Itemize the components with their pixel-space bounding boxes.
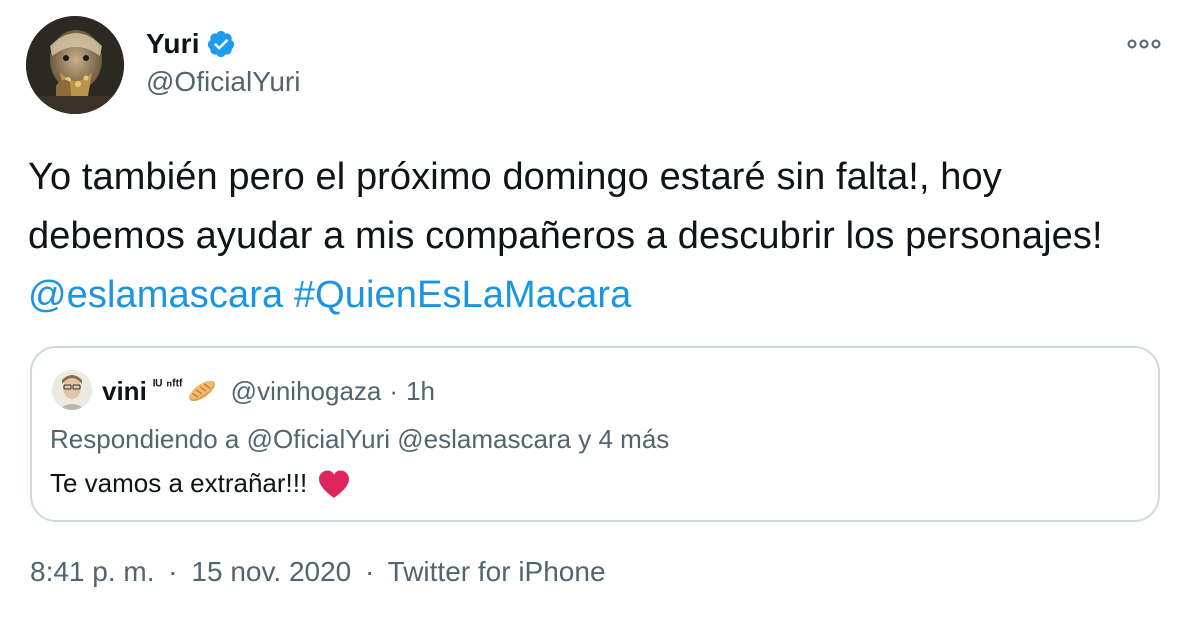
profile-photo-icon <box>52 370 92 410</box>
verified-badge-icon <box>207 30 234 58</box>
bread-icon <box>188 380 215 402</box>
tweet-card: Yuri @OficialYuri Yo también pero el pró… <box>0 0 1194 622</box>
more-options-icon[interactable] <box>1124 34 1164 54</box>
mention-link[interactable]: @eslamascara <box>28 274 283 316</box>
quoted-name-superscript: ᴵᵁ ⁿᶠᵗᶠ <box>152 376 183 394</box>
quoted-tweet[interactable]: vini ᴵᵁ ⁿᶠᵗᶠ @vinihogaza · 1h Respondien… <box>30 346 1160 522</box>
quoted-replying-to: Respondiendo a @OficialYuri @eslamascara… <box>50 424 670 454</box>
author-display-name[interactable]: Yuri <box>146 28 200 60</box>
profile-photo-icon <box>26 16 124 114</box>
quoted-handle[interactable]: @vinihogaza <box>231 376 382 407</box>
tweet-text-body: Yo también pero el próximo domingo estar… <box>28 156 1103 257</box>
quoted-header: vini ᴵᵁ ⁿᶠᵗᶠ @vinihogaza · 1h <box>102 374 435 408</box>
author-name-row[interactable]: Yuri <box>146 26 236 62</box>
quoted-body-text: Te vamos a extrañar!!! <box>50 468 308 498</box>
hashtag-link[interactable]: #QuienEsLaMacara <box>294 274 631 316</box>
tweet-date[interactable]: 15 nov. 2020 <box>191 556 351 587</box>
tweet-time[interactable]: 8:41 p. m. <box>30 556 155 587</box>
quoted-display-name[interactable]: vini <box>102 376 147 407</box>
quoted-author-avatar[interactable] <box>52 370 92 410</box>
tweet-text: Yo también pero el próximo domingo estar… <box>28 148 1168 325</box>
tweet-source[interactable]: Twitter for iPhone <box>388 556 606 587</box>
separator-dot: · <box>365 556 375 587</box>
author-handle[interactable]: @OficialYuri <box>146 66 300 98</box>
author-avatar[interactable] <box>26 16 124 114</box>
quoted-body: Te vamos a extrañar!!! <box>50 468 351 499</box>
quoted-timestamp[interactable]: 1h <box>406 376 435 407</box>
tweet-footer: 8:41 p. m. · 15 nov. 2020 · Twitter for … <box>30 556 606 588</box>
separator-dot: · <box>168 556 178 587</box>
tweet-text-space <box>283 274 294 316</box>
separator-dot: · <box>389 375 399 406</box>
heart-icon <box>319 470 350 498</box>
